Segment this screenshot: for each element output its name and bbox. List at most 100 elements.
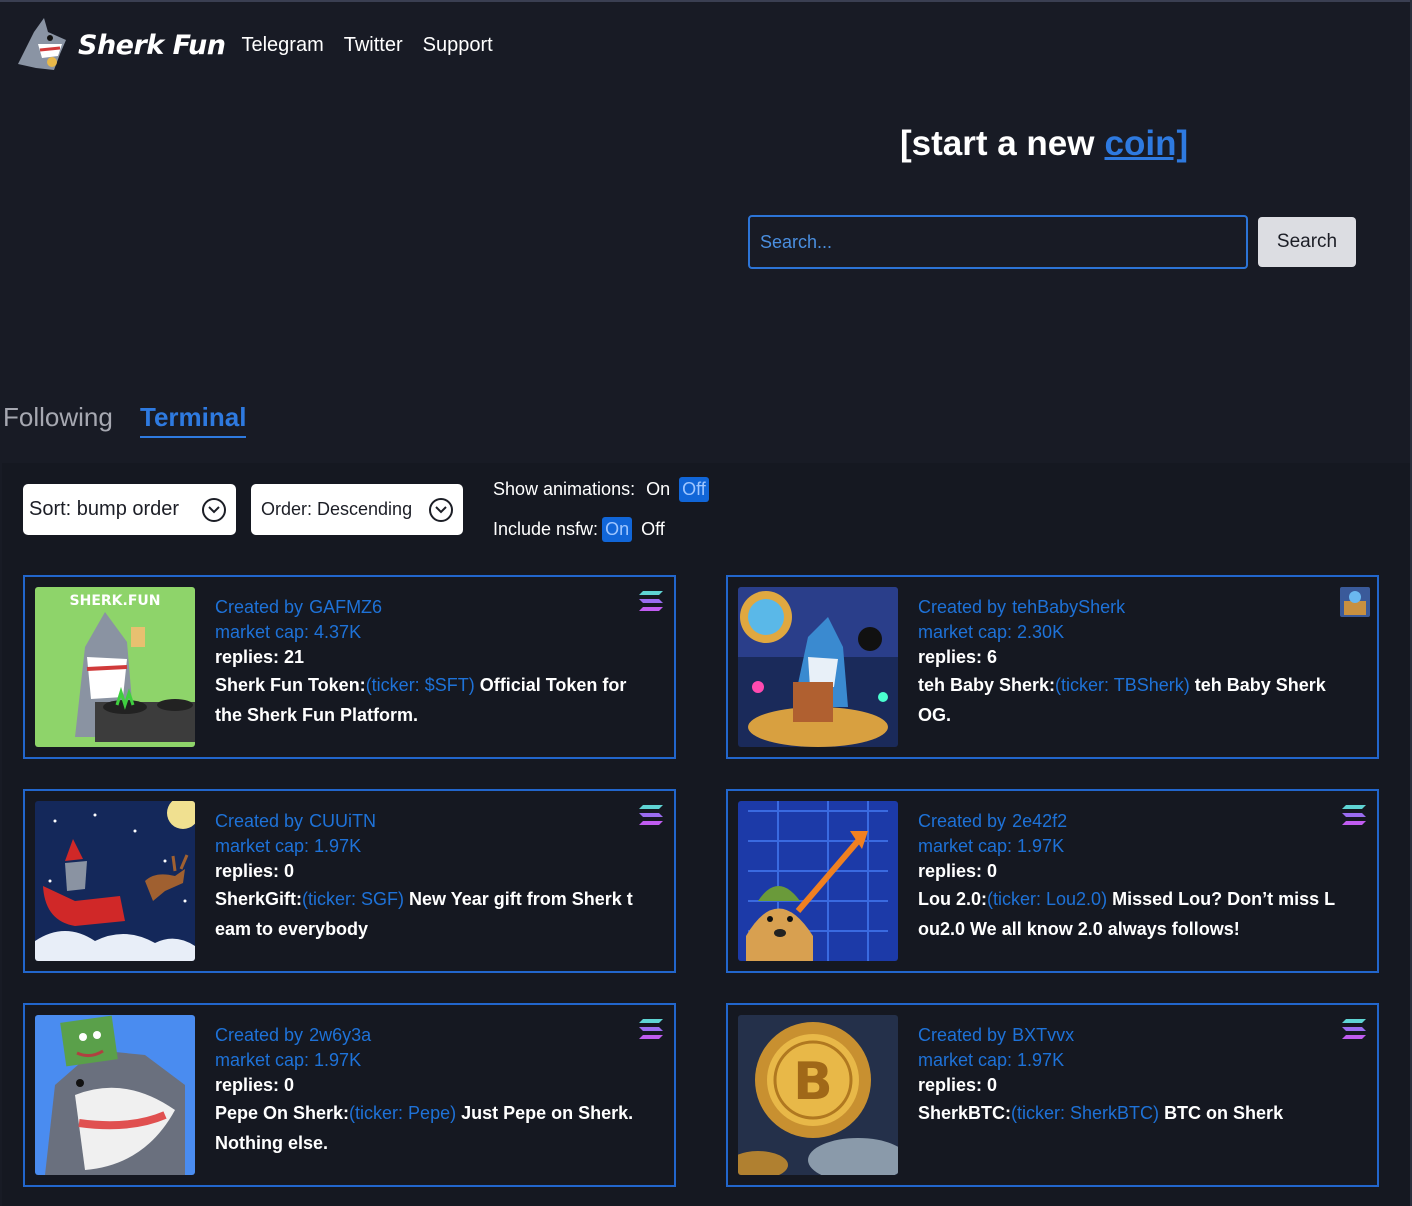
- solana-icon: [639, 1019, 663, 1039]
- start-new-coin: [start a new coin]: [900, 124, 1188, 164]
- coin-info: Created by 2e42f2 market cap: 1.97K repli…: [918, 809, 1338, 944]
- coin-ticker: (ticker: SGF): [302, 889, 405, 909]
- creator-label: Created by: [215, 597, 304, 617]
- start-coin-prefix: [start a new: [900, 124, 1095, 163]
- nav-telegram[interactable]: Telegram: [241, 34, 323, 57]
- creator-line: Created by 2w6y3a: [215, 1023, 635, 1048]
- search-button[interactable]: Search: [1258, 217, 1356, 267]
- coin-info: Created by 2w6y3a market cap: 1.97K repli…: [215, 1023, 635, 1158]
- coin-image: [738, 587, 898, 747]
- coin-card[interactable]: SHERK.FUN Created by GAFMZ6 market cap: 4…: [23, 575, 676, 759]
- coin-ticker: (ticker: Lou2.0): [987, 889, 1108, 909]
- creator-link[interactable]: 2e42f2: [1012, 811, 1067, 831]
- creator-link[interactable]: 2w6y3a: [309, 1025, 371, 1045]
- market-cap: market cap: 4.37K: [215, 622, 362, 642]
- svg-text:B: B: [793, 1052, 833, 1112]
- coin-image: B: [738, 1015, 898, 1175]
- coin-description: Sherk Fun Token:(ticker: $SFT) Official …: [215, 670, 635, 730]
- creator-line: Created by CUUiTN: [215, 809, 635, 834]
- coin-image: [35, 801, 195, 961]
- replies-count: replies: 0: [215, 1075, 295, 1095]
- creator-line: Created by tehBabySherk: [918, 595, 1338, 620]
- mini-thumbnail-icon: [1340, 587, 1370, 617]
- coin-card[interactable]: Created by tehBabySherk market cap: 2.30K…: [726, 575, 1379, 759]
- chevron-down-icon: [429, 497, 453, 522]
- nsfw-off[interactable]: Off: [638, 517, 668, 542]
- creator-link[interactable]: BXTvvx: [1012, 1025, 1074, 1045]
- coin-name: SherkBTC:: [918, 1103, 1012, 1123]
- coin-card[interactable]: Created by CUUiTN market cap: 1.97K repli…: [23, 789, 676, 973]
- creator-link[interactable]: GAFMZ6: [309, 597, 382, 617]
- animations-on[interactable]: On: [643, 477, 673, 502]
- creator-link[interactable]: tehBabySherk: [1012, 597, 1125, 617]
- order-select[interactable]: Order: Descending: [251, 484, 463, 535]
- creator-label: Created by: [918, 811, 1007, 831]
- coin-name: teh Baby Sherk:: [918, 675, 1056, 695]
- nav-support[interactable]: Support: [423, 34, 493, 57]
- order-select-value: Order: Descending: [261, 499, 413, 519]
- coin-name: Lou 2.0:: [918, 889, 988, 909]
- creator-label: Created by: [215, 811, 304, 831]
- coin-card[interactable]: B Created by BXTvvx market cap: 1.97K rep…: [726, 1003, 1379, 1187]
- search-input[interactable]: [748, 215, 1248, 269]
- sort-select[interactable]: Sort: bump order: [23, 484, 236, 535]
- sort-select-value: Sort: bump order: [29, 498, 180, 520]
- coin-desc-text: BTC on Sherk: [1164, 1103, 1284, 1123]
- creator-label: Created by: [918, 597, 1007, 617]
- start-coin-link[interactable]: coin]: [1105, 124, 1189, 163]
- creator-label: Created by: [918, 1025, 1007, 1045]
- coin-description: SherkGift:(ticker: SGF) New Year gift fr…: [215, 884, 635, 944]
- animations-toggle: Show animations: On Off: [493, 477, 709, 502]
- coin-description: Pepe On Sherk:(ticker: Pepe) Just Pepe o…: [215, 1098, 635, 1158]
- replies-count: replies: 0: [918, 1075, 998, 1095]
- chevron-down-icon: [202, 497, 226, 522]
- creator-line: Created by GAFMZ6: [215, 595, 635, 620]
- coin-image: [35, 1015, 195, 1175]
- creator-line: Created by BXTvvx: [918, 1023, 1338, 1048]
- market-cap: market cap: 2.30K: [918, 622, 1065, 642]
- nsfw-toggle: Include nsfw: On Off: [493, 517, 668, 542]
- animations-label: Show animations:: [493, 479, 636, 499]
- coin-image: SHERK.FUN: [35, 587, 195, 747]
- coin-ticker: (ticker: $SFT): [365, 675, 475, 695]
- coin-ticker: (ticker: Pepe): [349, 1103, 457, 1123]
- coin-name: SherkGift:: [215, 889, 303, 909]
- coin-name: Pepe On Sherk:: [215, 1103, 350, 1123]
- replies-count: replies: 21: [215, 647, 305, 667]
- solana-icon: [1342, 805, 1366, 825]
- svg-text:SHERK.FUN: SHERK.FUN: [70, 593, 161, 609]
- creator-label: Created by: [215, 1025, 304, 1045]
- coin-info: Created by GAFMZ6 market cap: 4.37K repli…: [215, 595, 635, 730]
- coin-info: Created by CUUiTN market cap: 1.97K repli…: [215, 809, 635, 944]
- top-border: [0, 0, 1412, 2]
- coin-description: SherkBTC:(ticker: SherkBTC) BTC on Sherk: [918, 1098, 1338, 1128]
- tab-following[interactable]: Following: [3, 402, 113, 433]
- coin-card[interactable]: Created by 2e42f2 market cap: 1.97K repli…: [726, 789, 1379, 973]
- coin-info: Created by tehBabySherk market cap: 2.30K…: [918, 595, 1338, 730]
- coin-ticker: (ticker: SherkBTC): [1011, 1103, 1160, 1123]
- logo-text[interactable]: Sherk Fun: [78, 30, 226, 61]
- tab-terminal[interactable]: Terminal: [140, 402, 247, 438]
- coin-card[interactable]: Created by 2w6y3a market cap: 1.97K repli…: [23, 1003, 676, 1187]
- coin-description: Lou 2.0:(ticker: Lou2.0) Missed Lou? Don…: [918, 884, 1338, 944]
- solana-icon: [1342, 1019, 1366, 1039]
- nsfw-label: Include nsfw:: [493, 519, 599, 539]
- market-cap: market cap: 1.97K: [215, 836, 362, 856]
- market-cap: market cap: 1.97K: [918, 1050, 1065, 1070]
- shark-logo-icon[interactable]: [14, 14, 76, 76]
- replies-count: replies: 6: [918, 647, 998, 667]
- site-header: Sherk Fun Telegram Twitter Support: [14, 12, 513, 78]
- coin-description: teh Baby Sherk:(ticker: TBSherk) teh Bab…: [918, 670, 1338, 730]
- nav-twitter[interactable]: Twitter: [344, 34, 403, 57]
- solana-icon: [639, 591, 663, 611]
- market-cap: market cap: 1.97K: [918, 836, 1065, 856]
- creator-line: Created by 2e42f2: [918, 809, 1338, 834]
- coin-info: Created by BXTvvx market cap: 1.97K repli…: [918, 1023, 1338, 1128]
- coin-ticker: (ticker: TBSherk): [1055, 675, 1190, 695]
- coin-image: [738, 801, 898, 961]
- market-cap: market cap: 1.97K: [215, 1050, 362, 1070]
- animations-off[interactable]: Off: [679, 477, 709, 502]
- coin-name: Sherk Fun Token:: [215, 675, 366, 695]
- creator-link[interactable]: CUUiTN: [309, 811, 376, 831]
- nsfw-on[interactable]: On: [602, 517, 633, 542]
